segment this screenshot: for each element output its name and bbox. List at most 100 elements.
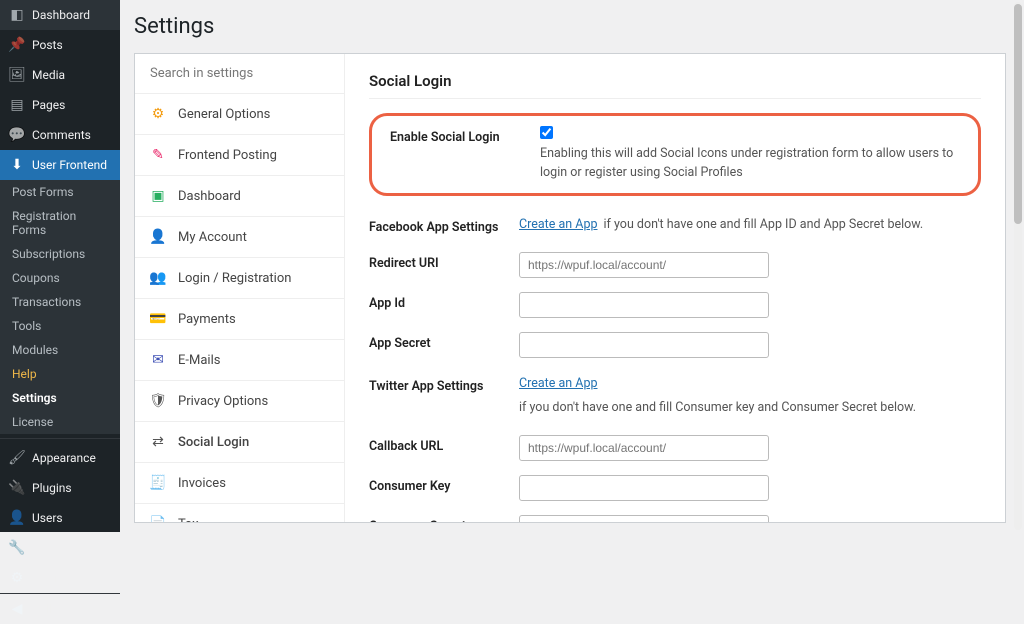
tab-emails[interactable]: ✉E-Mails	[135, 340, 344, 381]
tax-icon: 📄	[150, 516, 166, 522]
gear-icon: ⚙	[150, 106, 166, 122]
consumer-key-label: Consumer Key	[369, 475, 519, 494]
comment-icon: 💬	[8, 126, 26, 144]
tab-payments[interactable]: 💳Payments	[135, 299, 344, 340]
menu-label: Posts	[32, 38, 63, 52]
enable-social-login-checkbox[interactable]	[540, 126, 553, 139]
submenu-user-frontend: Post Forms Registration Forms Subscripti…	[0, 180, 120, 434]
tab-tax[interactable]: 📄Tax	[135, 504, 344, 522]
shield-icon: 🛡	[150, 393, 166, 409]
main-area: Settings Search in settings ⚙General Opt…	[120, 0, 1024, 532]
app-id-input[interactable]	[519, 292, 769, 318]
tab-social-login[interactable]: ⇄Social Login	[135, 422, 344, 463]
page-title: Settings	[134, 14, 1006, 39]
menu-media[interactable]: 🖼 Media	[0, 60, 120, 90]
submenu-post-forms[interactable]: Post Forms	[0, 180, 120, 204]
app-id-label: App Id	[369, 292, 519, 311]
menu-appearance[interactable]: 🖌 Appearance	[0, 443, 120, 473]
dashboard-icon: ◧	[8, 6, 26, 24]
menu-pages[interactable]: ▤ Pages	[0, 90, 120, 120]
submenu-transactions[interactable]: Transactions	[0, 290, 120, 314]
menu-label: Plugins	[32, 481, 72, 495]
mail-icon: ✉	[150, 352, 166, 368]
submenu-coupons[interactable]: Coupons	[0, 266, 120, 290]
redirect-uri-label: Redirect URI	[369, 252, 519, 271]
scrollbar-track[interactable]	[1014, 2, 1022, 530]
share-icon: ⇄	[150, 434, 166, 450]
menu-user-frontend[interactable]: ⬇ User Frontend	[0, 150, 120, 180]
menu-label: Media	[32, 68, 65, 82]
tw-settings-label: Twitter App Settings	[369, 375, 519, 394]
tab-privacy[interactable]: 🛡Privacy Options	[135, 381, 344, 422]
pin-icon: 📌	[8, 36, 26, 54]
submenu-settings[interactable]: Settings	[0, 386, 120, 410]
callback-url-input[interactable]	[519, 435, 769, 461]
submenu-registration-forms[interactable]: Registration Forms	[0, 204, 120, 242]
menu-label: User Frontend	[32, 158, 107, 172]
menu-tools[interactable]: 🔧 Tools	[0, 533, 120, 563]
callback-url-label: Callback URL	[369, 435, 519, 454]
submenu-tools[interactable]: Tools	[0, 314, 120, 338]
menu-label: Users	[32, 511, 63, 525]
tab-general[interactable]: ⚙General Options	[135, 94, 344, 135]
media-icon: 🖼	[8, 66, 26, 84]
submenu-subscriptions[interactable]: Subscriptions	[0, 242, 120, 266]
highlighted-enable-row: Enable Social Login Enabling this will a…	[369, 113, 981, 196]
wrench-icon: 🔧	[8, 539, 26, 557]
brush-icon: 🖌	[8, 449, 26, 467]
tab-frontend-posting[interactable]: ✎Frontend Posting	[135, 135, 344, 176]
plugin-icon: 🔌	[8, 479, 26, 497]
submenu-license[interactable]: License	[0, 410, 120, 434]
redirect-uri-input[interactable]	[519, 252, 769, 278]
menu-posts[interactable]: 📌 Posts	[0, 30, 120, 60]
tab-invoices[interactable]: 🧾Invoices	[135, 463, 344, 504]
menu-dashboard[interactable]: ◧ Dashboard	[0, 0, 120, 30]
menu-label: Dashboard	[32, 8, 90, 22]
menu-label: Comments	[32, 128, 91, 142]
menu-settings[interactable]: ⚙ Settings	[0, 563, 120, 593]
page-icon: ▤	[8, 96, 26, 114]
enable-label: Enable Social Login	[390, 126, 540, 145]
settings-panel: Search in settings ⚙General Options ✎Fro…	[134, 53, 1006, 523]
consumer-secret-input[interactable]	[519, 515, 769, 522]
tab-dashboard[interactable]: ▣Dashboard	[135, 176, 344, 217]
menu-label: Settings	[32, 571, 76, 585]
consumer-key-input[interactable]	[519, 475, 769, 501]
menu-label: Tools	[32, 541, 61, 555]
fb-settings-label: Facebook App Settings	[369, 216, 519, 235]
submenu-help[interactable]: Help	[0, 362, 120, 386]
settings-content: Social Login Enable Social Login Enablin…	[345, 54, 1005, 522]
user-frontend-icon: ⬇	[8, 156, 26, 174]
invoice-icon: 🧾	[150, 475, 166, 491]
tw-desc: if you don't have one and fill Consumer …	[519, 399, 916, 418]
menu-label: Collapse menu	[32, 602, 111, 616]
section-heading: Social Login	[369, 72, 981, 99]
search-in-settings[interactable]: Search in settings	[135, 54, 344, 94]
collapse-icon: ◀	[8, 600, 26, 618]
users-icon: 👤	[8, 509, 26, 527]
account-icon: 👤	[150, 229, 166, 245]
tab-login-registration[interactable]: 👥Login / Registration	[135, 258, 344, 299]
consumer-secret-label: Consumer Secret	[369, 515, 519, 522]
fb-create-app-link[interactable]: Create an App	[519, 216, 598, 235]
app-secret-input[interactable]	[519, 332, 769, 358]
login-icon: 👥	[150, 270, 166, 286]
menu-users[interactable]: 👤 Users	[0, 503, 120, 533]
collapse-menu[interactable]: ◀ Collapse menu	[0, 593, 120, 624]
tw-create-app-link[interactable]: Create an App	[519, 375, 598, 394]
menu-comments[interactable]: 💬 Comments	[0, 120, 120, 150]
menu-label: Pages	[32, 98, 65, 112]
posting-icon: ✎	[150, 147, 166, 163]
wp-admin-sidebar: ◧ Dashboard 📌 Posts 🖼 Media ▤ Pages 💬 Comment…	[0, 0, 120, 532]
fb-desc: if you don't have one and fill App ID an…	[604, 216, 924, 235]
payments-icon: 💳	[150, 311, 166, 327]
menu-plugins[interactable]: 🔌 Plugins	[0, 473, 120, 503]
app-secret-label: App Secret	[369, 332, 519, 351]
menu-label: Appearance	[32, 451, 96, 465]
sliders-icon: ⚙	[8, 569, 26, 587]
dashboard-icon: ▣	[150, 188, 166, 204]
scrollbar-thumb[interactable]	[1014, 4, 1022, 224]
settings-tabs: Search in settings ⚙General Options ✎Fro…	[135, 54, 345, 522]
tab-my-account[interactable]: 👤My Account	[135, 217, 344, 258]
submenu-modules[interactable]: Modules	[0, 338, 120, 362]
